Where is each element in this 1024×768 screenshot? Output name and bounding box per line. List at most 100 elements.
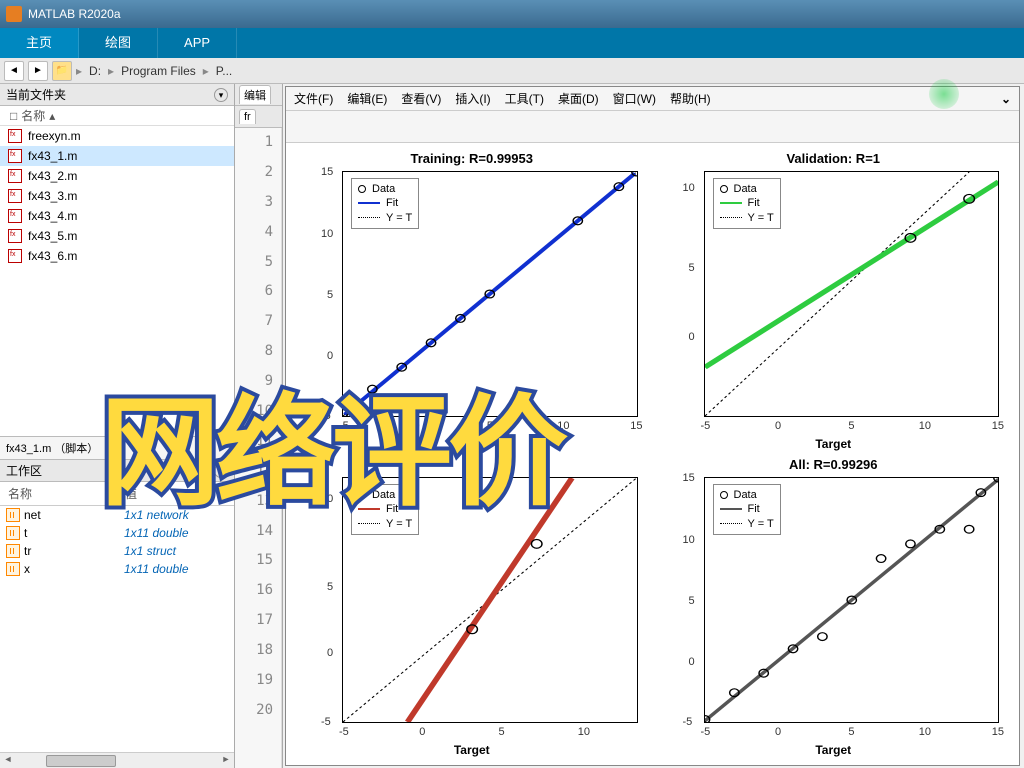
var-icon [6, 508, 20, 522]
workspace-table[interactable]: net1x1 network t1x11 double tr1x1 struct… [0, 506, 234, 752]
sort-asc-icon[interactable]: ▴ [49, 109, 55, 123]
mfile-icon [8, 209, 22, 223]
line-numbers: 1234567891011121314151617181920 [235, 128, 282, 768]
ws-name-col[interactable]: 名称 [0, 482, 117, 505]
file-item[interactable]: fx43_1.m [0, 146, 234, 166]
menu-view[interactable]: 查看(V) [401, 90, 441, 107]
file-list[interactable]: freexyn.m fx43_1.m fx43_2.m fx43_3.m fx4… [0, 126, 234, 436]
menu-edit[interactable]: 编辑(E) [347, 90, 387, 107]
dotted-line-icon [358, 523, 380, 524]
editor-tab[interactable]: 编辑 [239, 85, 271, 104]
path-drive[interactable]: D: [86, 64, 104, 78]
mfile-icon [8, 189, 22, 203]
figure-toolbar[interactable] [286, 111, 1019, 143]
editor-column: 编辑 fr 1234567891011121314151617181920 [235, 84, 283, 768]
circle-icon [720, 185, 728, 193]
nav-fwd-button[interactable]: ► [28, 61, 48, 81]
legend: Data Fit Y = T [713, 178, 781, 229]
figure-window: 文件(F) 编辑(E) 查看(V) 插入(I) 工具(T) 桌面(D) 窗口(W… [285, 86, 1020, 766]
subplot-all: All: R=0.99296 Output ~= 0.99*Target + 0… [658, 459, 1010, 755]
name-column[interactable]: 名称 [21, 107, 45, 124]
scroll-thumb[interactable] [46, 755, 116, 767]
x-axis-label: Target [296, 743, 648, 757]
scroll-left-icon[interactable]: ◄ [0, 754, 16, 768]
dotted-line-icon [358, 217, 380, 218]
path-seg1[interactable]: Program Files [118, 64, 199, 78]
menu-insert[interactable]: 插入(I) [455, 90, 490, 107]
var-icon [6, 562, 20, 576]
panel-menu-icon[interactable]: ▾ [214, 464, 228, 478]
address-bar: ◄ ► 📁 ▸ D: ▸ Program Files ▸ P... [0, 58, 1024, 84]
file-detail: fx43_1.m （脚本） [0, 436, 234, 460]
var-icon [6, 544, 20, 558]
axes[interactable]: Data Fit Y = T -5 0 5 10 15 -5 0 5 10 1 [704, 477, 1000, 723]
figure-menubar: 文件(F) 编辑(E) 查看(V) 插入(I) 工具(T) 桌面(D) 窗口(W… [286, 87, 1019, 111]
mfile-icon [8, 169, 22, 183]
folder-icon[interactable]: 📁 [52, 61, 72, 81]
mfile-icon [8, 249, 22, 263]
editor-file-tab[interactable]: fr [239, 109, 256, 124]
folder-icon: □ [10, 109, 17, 123]
panel-menu-icon[interactable]: ▾ [214, 88, 228, 102]
axes[interactable]: Data Fit Y = T 0 5 10 -5 0 5 10 15 [704, 171, 1000, 417]
file-item[interactable]: fx43_6.m [0, 246, 234, 266]
file-item[interactable]: fx43_3.m [0, 186, 234, 206]
subplot-training: Training: R=0.99953 Output ~= 0.99*Targe… [296, 153, 648, 449]
current-folder-header: 当前文件夹 ▾ [0, 84, 234, 106]
file-item[interactable]: freexyn.m [0, 126, 234, 146]
line-icon [720, 202, 742, 204]
file-item[interactable]: fx43_2.m [0, 166, 234, 186]
toolstrip-tabs: 主页 绘图 APP [0, 28, 1024, 58]
mfile-icon [8, 229, 22, 243]
ws-row[interactable]: x1x11 double [0, 560, 234, 578]
ws-row[interactable]: tr1x1 struct [0, 542, 234, 560]
subplot-validation: Validation: R=1 Output ~= 0.5*Target + 5… [658, 153, 1010, 449]
ws-val-col[interactable]: 值 [117, 482, 234, 505]
var-icon [6, 526, 20, 540]
circle-icon [358, 491, 366, 499]
ws-row[interactable]: net1x1 network [0, 506, 234, 524]
circle-icon [358, 185, 366, 193]
file-item[interactable]: fx43_4.m [0, 206, 234, 226]
left-column: 当前文件夹 ▾ □ 名称 ▴ freexyn.m fx43_1.m fx43_2… [0, 84, 235, 768]
ws-row[interactable]: t1x11 double [0, 524, 234, 542]
nav-back-button[interactable]: ◄ [4, 61, 24, 81]
tab-plot[interactable]: 绘图 [79, 28, 158, 58]
x-axis-label: Target [658, 437, 1010, 451]
h-scrollbar[interactable]: ◄ ► [0, 752, 234, 768]
workspace-header: 工作区 ▾ [0, 460, 234, 482]
mfile-icon [8, 129, 22, 143]
tab-app[interactable]: APP [158, 28, 237, 58]
line-icon [358, 202, 380, 204]
legend: Data Fit Y = T [713, 484, 781, 535]
axes[interactable]: Data Fit Y = T -5 0 5 10 15 -5 0 5 10 1 [342, 171, 638, 417]
line-icon [720, 508, 742, 510]
legend: Data Fit Y = T [351, 178, 419, 229]
scroll-right-icon[interactable]: ► [218, 754, 234, 768]
dotted-line-icon [720, 217, 742, 218]
chart-title: All: R=0.99296 [658, 457, 1010, 472]
file-item[interactable]: fx43_5.m [0, 226, 234, 246]
path-seg2[interactable]: P... [213, 64, 235, 78]
line-icon [358, 508, 380, 510]
cursor-highlight-icon [929, 79, 959, 109]
x-axis-label: Target [658, 743, 1010, 757]
menu-help[interactable]: 帮助(H) [670, 90, 711, 107]
x-axis-label: Target [296, 437, 648, 451]
tab-home[interactable]: 主页 [0, 28, 79, 58]
subplot-test: Output ~= 1.6*Target + -2 Target Data [296, 459, 648, 755]
dotted-line-icon [720, 523, 742, 524]
menu-desktop[interactable]: 桌面(D) [558, 90, 599, 107]
menu-tools[interactable]: 工具(T) [505, 90, 544, 107]
chart-title: Training: R=0.99953 [296, 151, 648, 166]
matlab-logo-icon [6, 6, 22, 22]
mfile-icon [8, 149, 22, 163]
axes[interactable]: Data Fit Y = T -5 0 5 10 -5 0 5 10 [342, 477, 638, 723]
menu-file[interactable]: 文件(F) [294, 90, 333, 107]
titlebar: MATLAB R2020a [0, 0, 1024, 28]
collapse-button[interactable]: ⌄ [1001, 92, 1011, 106]
menu-window[interactable]: 窗口(W) [613, 90, 656, 107]
circle-icon [720, 491, 728, 499]
app-title: MATLAB R2020a [28, 7, 121, 21]
figure-canvas: Training: R=0.99953 Output ~= 0.99*Targe… [286, 143, 1019, 765]
